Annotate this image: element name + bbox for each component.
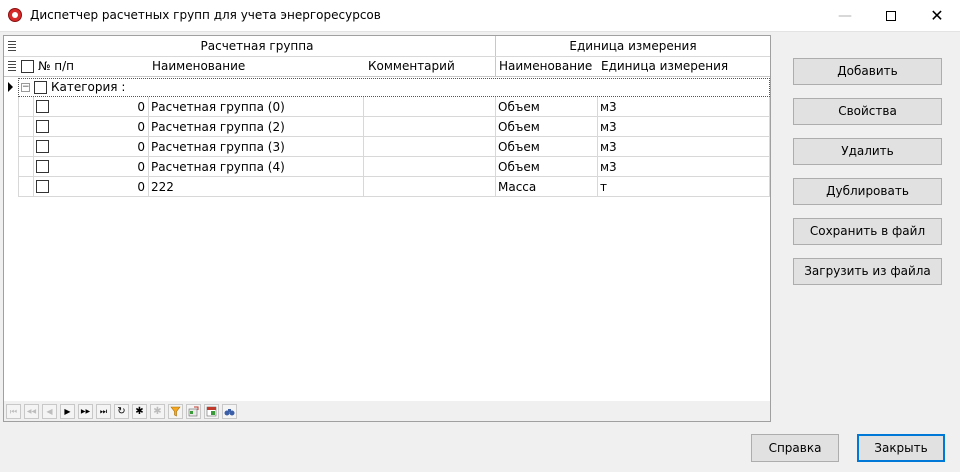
maximize-icon [886,10,896,21]
cell-num: 0 [137,160,145,174]
nav-refresh-button[interactable]: ↻ [114,404,129,419]
col-line [597,97,598,197]
add-button[interactable]: Добавить [793,58,942,85]
close-button[interactable]: Закрыть [857,434,945,462]
cell-unit-name: Объем [498,140,540,154]
column-header-name[interactable]: Наименование [152,56,245,76]
cell-num: 0 [137,180,145,194]
nav-next-page-button[interactable]: ▶▶ [78,404,93,419]
cell-unit-name: Объем [498,100,540,114]
cell-name: Расчетная группа (0) [151,100,285,114]
column-header-comment[interactable]: Комментарий [368,56,455,76]
nav-find-button[interactable] [222,404,237,419]
select-all-checkbox[interactable] [21,60,34,73]
filter-icon [170,406,181,417]
nav-next-button[interactable]: ▶ [60,404,75,419]
cell-unit-measure: м3 [600,120,617,134]
group-row-category[interactable] [18,78,770,97]
col-line [363,97,364,197]
cell-num: 0 [137,120,145,134]
band-header-group[interactable]: Расчетная группа [18,36,496,56]
cell-unit-name: Объем [498,160,540,174]
col-line [769,97,770,197]
properties-button[interactable]: Свойства [793,98,942,125]
cell-name: Расчетная группа (4) [151,160,285,174]
cell-name: 222 [151,180,174,194]
column-header-unit-measure[interactable]: Единица измерения [601,56,728,76]
binoculars-icon [224,409,235,416]
grid-navigator: ⏮ ◀◀ ◀ ▶ ▶▶ ⏭ ↻ ✱ ✱ [4,401,770,421]
delete-button[interactable]: Удалить [793,138,942,165]
app-icon [8,8,22,22]
cell-num: 0 [137,140,145,154]
cell-unit-measure: т [600,180,607,194]
column-header-unit-name[interactable]: Наименование [499,56,592,76]
nav-prev-page-button[interactable]: ◀◀ [24,404,39,419]
groups-grid[interactable]: Расчетная группа Единица измерения № п/п… [3,35,771,422]
table-icon [206,406,217,417]
minimize-icon: — [838,7,852,24]
row-line [18,196,770,197]
export-icon [188,406,199,417]
nav-columns-button[interactable] [204,404,219,419]
close-window-button[interactable]: ✕ [914,0,960,31]
nav-filter-button[interactable] [168,404,183,419]
cell-num: 0 [137,100,145,114]
cell-unit-measure: м3 [600,100,617,114]
nav-export-button[interactable] [186,404,201,419]
nav-delete-button[interactable]: ✱ [150,404,165,419]
column-menu-icon[interactable] [8,61,16,71]
duplicate-button[interactable]: Дублировать [793,178,942,205]
nav-last-button[interactable]: ⏭ [96,404,111,419]
load-from-file-button[interactable]: Загрузить из файла [793,258,942,285]
nav-prev-button[interactable]: ◀ [42,404,57,419]
group-checkbox[interactable] [34,81,47,94]
cell-unit-measure: м3 [600,140,617,154]
close-icon: ✕ [930,6,944,25]
minimize-button[interactable]: — [822,0,868,31]
col-line [148,97,149,197]
nav-first-button[interactable]: ⏮ [6,404,21,419]
current-row-indicator [8,82,13,92]
nav-insert-button[interactable]: ✱ [132,404,147,419]
group-label: Категория : [51,80,126,94]
maximize-button[interactable] [868,0,914,31]
band-menu-icon[interactable] [8,41,16,51]
band-header-unit[interactable]: Единица измерения [496,36,770,56]
cell-name: Расчетная группа (2) [151,120,285,134]
window-title: Диспетчер расчетных групп для учета энер… [30,8,381,22]
save-to-file-button[interactable]: Сохранить в файл [793,218,942,245]
help-button[interactable]: Справка [751,434,839,462]
col-line [495,97,496,197]
cell-unit-measure: м3 [600,160,617,174]
cell-unit-name: Объем [498,120,540,134]
cell-name: Расчетная группа (3) [151,140,285,154]
collapse-group-icon[interactable]: − [21,83,30,92]
column-header-num[interactable]: № п/п [38,56,74,76]
title-bar: Диспетчер расчетных групп для учета энер… [0,0,960,32]
cell-unit-name: Масса [498,180,537,194]
col-line [18,97,19,197]
